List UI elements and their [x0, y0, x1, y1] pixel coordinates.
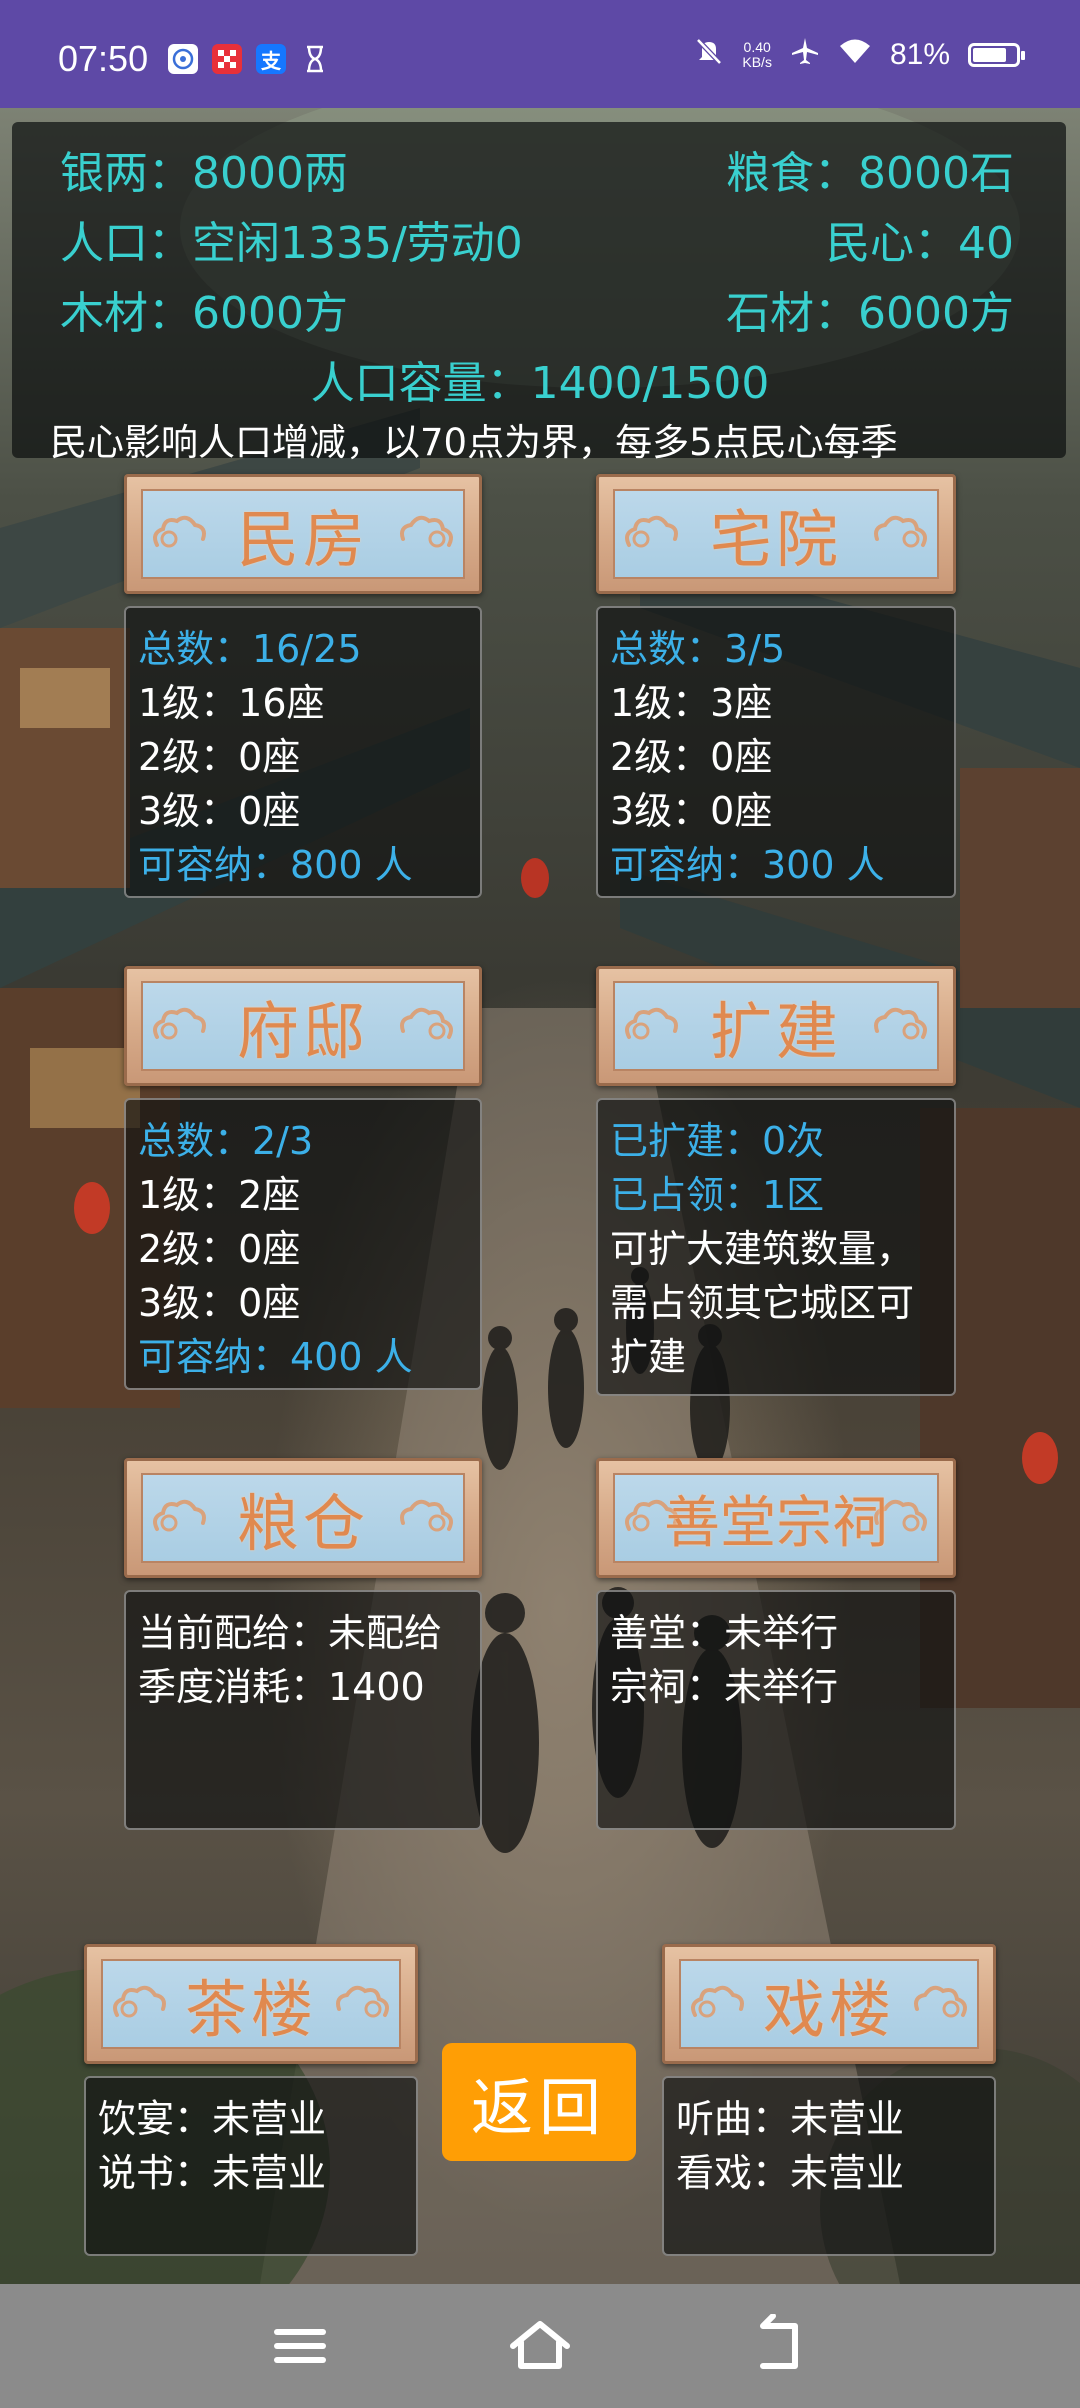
app-icon-2 [212, 44, 242, 74]
minfang-capacity: 可容纳：800 人 [138, 843, 413, 887]
zhaiyuan-level1: 1级：3座 [610, 681, 773, 725]
shantang-charity: 善堂：未举行 [610, 1611, 839, 1655]
shantang-button[interactable]: 善堂宗祠 [596, 1458, 956, 1578]
minfang-level3: 3级：0座 [138, 789, 301, 833]
notification-icons: 支 [168, 44, 330, 74]
xilou-opera: 看戏：未营业 [676, 2151, 905, 2195]
liangcang-info: 当前配给：未配给 季度消耗：1400 [124, 1590, 482, 1830]
minfang-level2: 2级：0座 [138, 735, 301, 779]
fudi-total: 总数：2/3 [138, 1119, 314, 1163]
kuojian-button[interactable]: 扩建 [596, 966, 956, 1086]
fudi-title: 府邸 [236, 995, 369, 1068]
chalou-banquet: 饮宴：未营业 [98, 2097, 327, 2141]
minfang-button[interactable]: 民房 [124, 474, 482, 594]
minfang-info: 总数：16/25 1级：16座 2级：0座 3级：0座 可容纳：800 人 [124, 606, 482, 898]
kuojian-title: 扩建 [709, 995, 842, 1068]
zhaiyuan-title: 宅院 [709, 503, 842, 576]
status-right: 0.40 KB/s 81% [694, 36, 1025, 74]
morale-notice: 民心影响人口增减，以70点为界，每多5点民心每季 [50, 421, 898, 464]
navigation-bar [0, 2284, 1080, 2408]
population-stat: 人口：空闲1335/劳动0 [60, 218, 523, 269]
fudi-level2: 2级：0座 [138, 1227, 301, 1271]
chalou-info: 饮宴：未营业 说书：未营业 [84, 2076, 418, 2256]
zhaiyuan-info: 总数：3/5 1级：3座 2级：0座 3级：0座 可容纳：300 人 [596, 606, 956, 898]
capacity-stat: 人口容量：1400/1500 [310, 358, 770, 409]
zhaiyuan-total: 总数：3/5 [610, 627, 786, 671]
minfang-level1: 1级：16座 [138, 681, 325, 725]
back-icon [760, 2313, 798, 2369]
fudi-button[interactable]: 府邸 [124, 966, 482, 1086]
battery-level [973, 48, 1007, 62]
back-nav-button[interactable] [745, 2313, 815, 2378]
xilou-info: 听曲：未营业 看戏：未营业 [662, 2076, 996, 2256]
network-speed: 0.40 KB/s [742, 39, 772, 70]
xilou-music: 听曲：未营业 [676, 2097, 905, 2141]
fudi-info: 总数：2/3 1级：2座 2级：0座 3级：0座 可容纳：400 人 [124, 1098, 482, 1390]
minfang-total: 总数：16/25 [138, 627, 362, 671]
back-button[interactable]: 返回 [442, 2043, 636, 2161]
silver-stat: 银两：8000两 [60, 148, 348, 199]
menu-icon [274, 2329, 326, 2363]
morale-stat: 民心：40 [826, 218, 1014, 269]
hourglass-icon [300, 44, 330, 74]
status-bar: 07:50 支 0.40 KB/s 81% [0, 0, 1080, 108]
fudi-capacity: 可容纳：400 人 [138, 1335, 413, 1379]
kuojian-expanded: 已扩建：0次 [610, 1119, 825, 1163]
menu-button[interactable] [265, 2314, 335, 2378]
mute-icon [694, 36, 724, 74]
app-icon-1 [168, 44, 198, 74]
home-button[interactable] [505, 2314, 575, 2378]
status-time: 07:50 [58, 38, 149, 79]
xilou-button[interactable]: 戏楼 [662, 1944, 996, 2064]
wifi-icon [838, 37, 872, 73]
fudi-level3: 3级：0座 [138, 1281, 301, 1325]
chalou-storytelling: 说书：未营业 [98, 2151, 327, 2195]
airplane-icon [790, 36, 820, 74]
liangcang-consumption: 季度消耗：1400 [138, 1665, 425, 1709]
battery-icon [968, 43, 1025, 67]
zhaiyuan-level3: 3级：0座 [610, 789, 773, 833]
zhaiyuan-capacity: 可容纳：300 人 [610, 843, 885, 887]
wood-stat: 木材：6000方 [60, 288, 348, 339]
shantang-ancestral: 宗祠：未举行 [610, 1665, 839, 1709]
home-icon [510, 2321, 570, 2369]
xilou-title: 戏楼 [762, 1973, 895, 2046]
liangcang-ration: 当前配给：未配给 [138, 1611, 443, 1655]
fudi-level1: 1级：2座 [138, 1173, 301, 1217]
liangcang-title: 粮仓 [236, 1487, 369, 1560]
food-stat: 粮食：8000石 [726, 148, 1014, 199]
battery-text: 81% [889, 38, 950, 71]
kuojian-info: 已扩建：0次 已占领：1区 可扩大建筑数量，需占领其它城区可扩建 [596, 1098, 956, 1396]
minfang-title: 民房 [236, 503, 369, 576]
alipay-icon: 支 [256, 44, 286, 74]
shantang-title: 善堂宗祠 [664, 1490, 888, 1556]
chalou-button[interactable]: 茶楼 [84, 1944, 418, 2064]
kuojian-description: 可扩大建筑数量，需占领其它城区可扩建 [610, 1227, 915, 1379]
shantang-info: 善堂：未举行 宗祠：未举行 [596, 1590, 956, 1830]
stone-stat: 石材：6000方 [726, 288, 1014, 339]
zhaiyuan-level2: 2级：0座 [610, 735, 773, 779]
liangcang-button[interactable]: 粮仓 [124, 1458, 482, 1578]
chalou-title: 茶楼 [184, 1973, 317, 2046]
zhaiyuan-button[interactable]: 宅院 [596, 474, 956, 594]
kuojian-occupied: 已占领：1区 [610, 1173, 825, 1217]
